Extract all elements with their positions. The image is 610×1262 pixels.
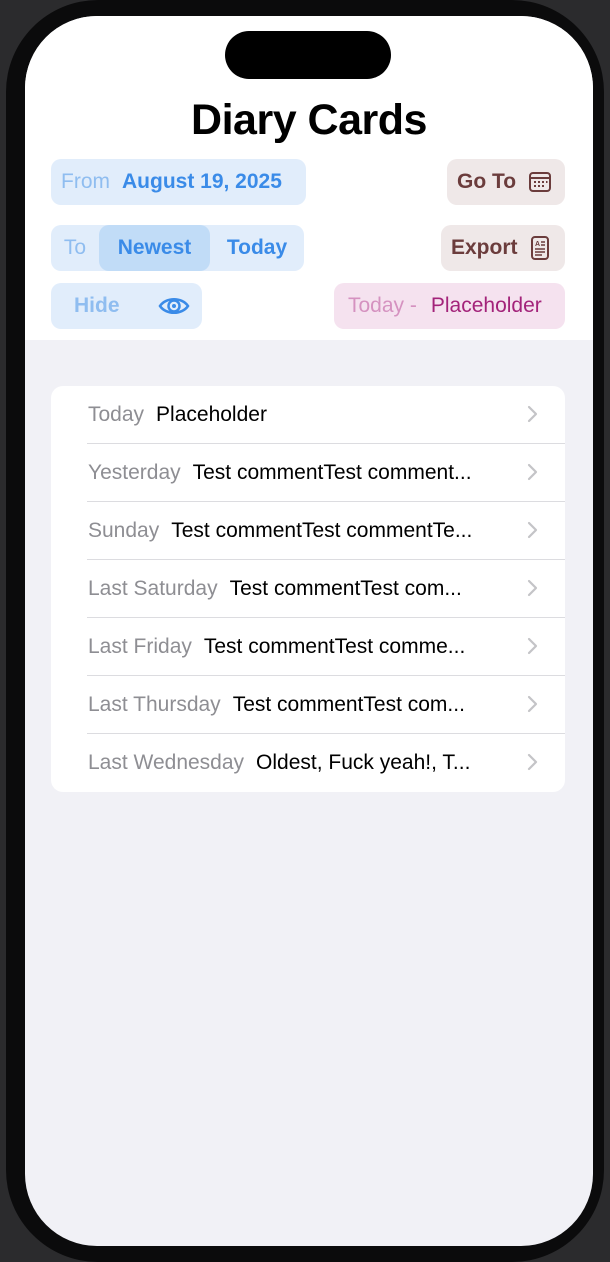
from-date-picker[interactable]: From August 19, 2025: [51, 159, 306, 205]
entry-day: Last Wednesday: [88, 751, 245, 774]
calendar-icon: [529, 172, 552, 192]
entry-day: Today: [88, 403, 145, 426]
chevron-right-icon: [527, 463, 538, 481]
entry-text: Test commentTest comme...: [203, 635, 466, 658]
entry-day: Last Thursday: [88, 693, 221, 716]
page-title: Diary Cards: [191, 96, 427, 144]
document-icon: A: [530, 236, 549, 260]
to-option-today[interactable]: Today: [210, 225, 304, 271]
list-item[interactable]: Yesterday Test commentTest comment...: [51, 444, 565, 502]
today-entry-pill[interactable]: Today - Placeholder: [334, 283, 565, 329]
chevron-right-icon: [527, 521, 538, 539]
entry-day: Last Saturday: [88, 577, 218, 600]
chevron-right-icon: [527, 405, 538, 423]
list-item[interactable]: Last Thursday Test commentTest com...: [51, 676, 565, 734]
from-date-value: August 19, 2025: [122, 170, 282, 193]
entries-list: Today Placeholder Yesterday Test comment…: [51, 386, 565, 792]
entry-text: Test commentTest com...: [229, 577, 462, 600]
entry-text: Test commentTest comment...: [192, 461, 472, 484]
entry-day: Last Friday: [88, 635, 192, 658]
entry-day: Yesterday: [88, 461, 181, 484]
export-button[interactable]: Export A: [441, 225, 565, 271]
entry-day: Sunday: [88, 519, 160, 542]
list-item[interactable]: Today Placeholder: [51, 386, 565, 444]
dynamic-island: [225, 31, 391, 79]
entry-text: Test commentTest com...: [232, 693, 465, 716]
chevron-right-icon: [527, 579, 538, 597]
list-item[interactable]: Last Friday Test commentTest comme...: [51, 618, 565, 676]
to-option-newest[interactable]: Newest: [99, 225, 210, 271]
svg-text:A: A: [535, 241, 540, 248]
screen: Diary Cards From August 19, 2025 Go To T…: [25, 16, 593, 1246]
list-item[interactable]: Last Wednesday Oldest, Fuck yeah!, T...: [51, 734, 565, 792]
hide-toggle[interactable]: Hide: [51, 283, 202, 329]
today-value: Placeholder: [430, 294, 542, 317]
export-label: Export: [451, 236, 518, 259]
entry-text: Placeholder: [156, 403, 267, 426]
entry-text: Test commentTest commentTe...: [171, 519, 473, 542]
entry-text: Oldest, Fuck yeah!, T...: [256, 751, 471, 774]
list-item[interactable]: Last Saturday Test commentTest com...: [51, 560, 565, 618]
from-label: From: [61, 170, 110, 193]
go-to-label: Go To: [457, 170, 517, 193]
hide-label: Hide: [74, 294, 120, 317]
chevron-right-icon: [527, 753, 538, 771]
chevron-right-icon: [527, 637, 538, 655]
to-label: To: [63, 236, 87, 259]
eye-icon: [158, 298, 190, 314]
go-to-button[interactable]: Go To: [447, 159, 565, 205]
list-item[interactable]: Sunday Test commentTest commentTe...: [51, 502, 565, 560]
chevron-right-icon: [527, 695, 538, 713]
today-label: Today -: [348, 294, 417, 317]
